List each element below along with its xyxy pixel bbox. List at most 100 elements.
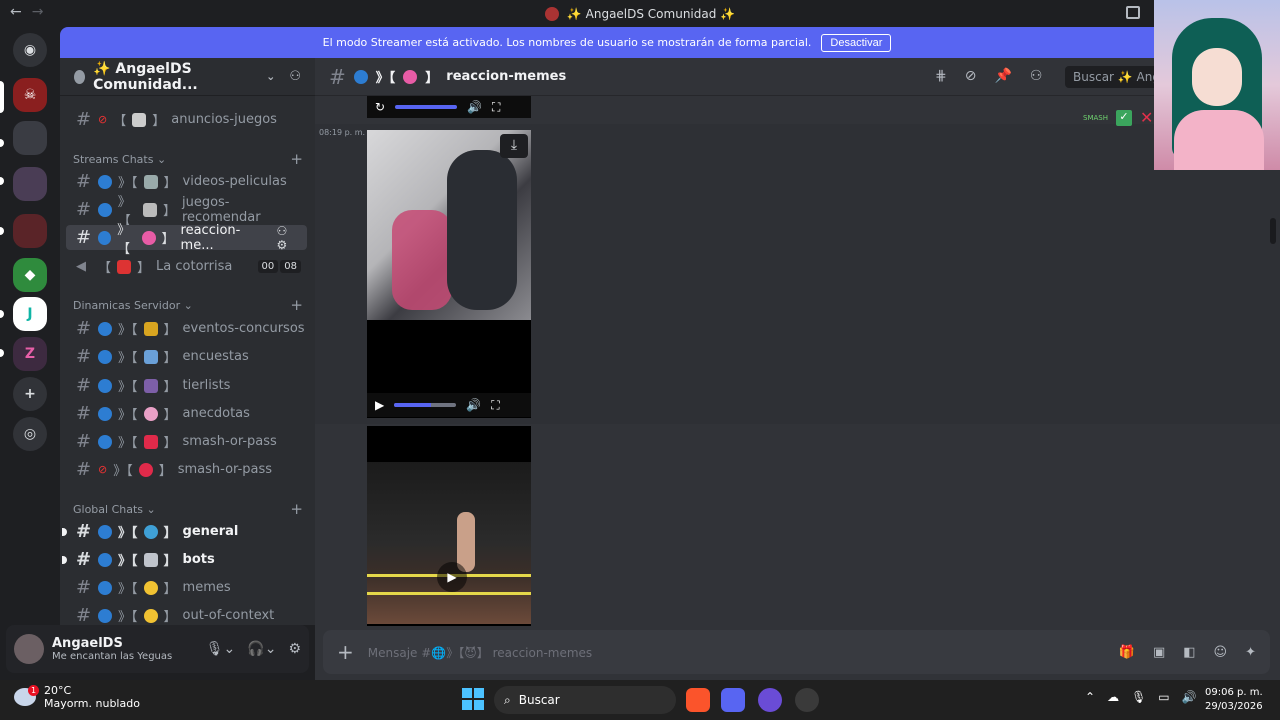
members-icon[interactable]: ⚇ <box>1030 68 1043 84</box>
server-folder-3-icon[interactable] <box>13 214 47 248</box>
volume-icon[interactable]: 🔊 <box>467 100 482 114</box>
onedrive-icon[interactable]: ☁ <box>1107 690 1119 704</box>
bracket: 】 <box>162 204 176 219</box>
channel-encuestas[interactable]: # 》【 】 encuestas <box>66 344 307 369</box>
gif-icon[interactable]: ▣ <box>1153 645 1165 660</box>
play-icon[interactable]: ▶ <box>375 398 384 412</box>
server-folder-2-icon[interactable] <box>13 167 47 201</box>
gear-icon[interactable]: ⚙ <box>276 238 287 252</box>
close-icon[interactable]: ✕ <box>1140 108 1153 127</box>
forward-button[interactable]: → <box>32 4 44 20</box>
weather-widget[interactable]: 1 20°C Mayorm. nublado <box>14 684 140 710</box>
obs-app-icon[interactable] <box>795 688 819 712</box>
unread-pill <box>0 139 4 147</box>
video-seek-bar[interactable] <box>394 403 457 407</box>
category-streams[interactable]: Streams Chats ⌄ + <box>73 150 303 168</box>
taskbar-search[interactable]: ⌕ Buscar <box>494 686 676 714</box>
scrollbar[interactable] <box>1270 218 1276 244</box>
category-dinamicas[interactable]: Dinamicas Servidor ⌄ + <box>73 296 303 314</box>
channel-tierlists[interactable]: # 》【 】 tierlists <box>66 373 307 398</box>
discord-home-icon[interactable]: ◉ <box>13 33 47 67</box>
hash-icon: # <box>76 459 92 480</box>
channel-juegos-recomendar[interactable]: # 》【 】 juegos-recomendar <box>66 195 307 229</box>
channel-label: out-of-context <box>182 608 275 623</box>
check-icon[interactable]: ✓ <box>1115 109 1132 126</box>
gear-icon[interactable]: ⚙ <box>288 641 301 657</box>
fullscreen-icon[interactable]: ⛶ <box>492 100 500 115</box>
play-icon[interactable]: ▶ <box>437 562 467 592</box>
separator: 》【 <box>117 222 131 257</box>
server-boost-icon <box>74 69 86 84</box>
threads-icon[interactable]: ⋕ <box>935 68 947 84</box>
headphones-icon[interactable]: 🎧⌄ <box>247 641 276 657</box>
heart-emoji <box>138 462 153 477</box>
channel-anuncios-juegos[interactable]: # ⊘ 【 】 anuncios-juegos <box>66 107 307 132</box>
sticker-icon[interactable]: ◧ <box>1183 645 1195 660</box>
back-button[interactable]: ← <box>10 4 22 20</box>
replay-icon[interactable]: ↻ <box>375 100 385 114</box>
channel-reaccion-memes[interactable]: # 》【 】 reaccion-me... ⚇ ⚙ <box>66 223 307 257</box>
inbox-icon[interactable] <box>1126 6 1140 19</box>
server-angaelds-icon[interactable]: ☠ <box>13 78 47 112</box>
video-frame <box>367 130 531 320</box>
seek-progress <box>394 403 432 407</box>
gift-icon[interactable]: 🎁 <box>1119 645 1135 660</box>
chat-app-icon[interactable] <box>758 688 782 712</box>
add-channel-icon[interactable]: + <box>290 296 303 314</box>
channel-eventos-concursos[interactable]: # 》【 】 eventos-concursos <box>66 316 307 341</box>
microphone-icon[interactable]: 🎙 <box>1131 690 1146 704</box>
network-icon[interactable]: ▭ <box>1158 690 1169 704</box>
server-red-mask-icon[interactable]: ◆ <box>13 258 47 292</box>
channel-anecdotas[interactable]: # 》【 】 anecdotas <box>66 401 307 426</box>
invite-icon[interactable]: ⚇ <box>276 224 287 238</box>
chat-area: # 》【 】 reaccion-memes ⋕ ⊘ 📌 ⚇ Buscar ✨ A… <box>315 58 1280 680</box>
bracket: 】 <box>163 323 177 338</box>
attach-icon[interactable]: + <box>337 640 354 664</box>
download-icon[interactable]: ⤓ <box>500 134 528 158</box>
smash-emoji[interactable]: SMASH <box>1083 114 1108 122</box>
mute-icon[interactable]: ⊘ <box>965 68 977 84</box>
avatar[interactable] <box>14 634 44 664</box>
server-header[interactable]: ✨ AngaelDS Comunidad... ⌄ ⚇ <box>60 58 315 96</box>
unread-pill <box>0 177 4 185</box>
apps-icon[interactable]: ✦ <box>1245 645 1256 660</box>
video-seek-bar[interactable] <box>395 105 458 109</box>
server-z-icon[interactable]: Z <box>13 337 47 371</box>
video-attachment[interactable]: ⤓ <box>367 130 531 418</box>
message-input[interactable]: Mensaje #🌐》【😈】 reaccion-memes <box>368 644 592 661</box>
bracket: 【 <box>98 261 112 276</box>
microphone-icon[interactable]: 🎙⌄ <box>206 641 236 657</box>
search-input[interactable]: Buscar ✨ Anga <box>1065 66 1165 88</box>
user-info[interactable]: AngaelDS Me encantan las Yeguas <box>52 636 172 662</box>
fullscreen-icon[interactable]: ⛶ <box>491 398 499 413</box>
channel-videos-peliculas[interactable]: # 》【 】 videos-peliculas <box>66 169 307 194</box>
video-figure <box>457 512 475 572</box>
discord-app-icon[interactable] <box>721 688 745 712</box>
volume-icon[interactable]: 🔊 <box>1182 690 1197 704</box>
channel-memes[interactable]: # 》【 】 memes <box>66 575 307 600</box>
emoji-icon[interactable]: ☺ <box>1214 645 1228 660</box>
channel-general[interactable]: # 》【 】 general <box>62 519 307 544</box>
hash-icon: # <box>76 171 92 192</box>
add-channel-icon[interactable]: + <box>290 500 303 518</box>
server-j-icon[interactable]: J <box>13 297 47 331</box>
channel-la-cotorrisa[interactable]: ◀ 【 】 La cotorrisa 00 08 <box>66 254 307 279</box>
channel-smash-or-pass[interactable]: # 》【 】 smash-or-pass <box>66 429 307 454</box>
chevron-up-icon[interactable]: ⌃ <box>1085 690 1095 704</box>
channel-bots[interactable]: # 》【 】 bots <box>62 547 307 572</box>
disable-streamer-button[interactable]: Desactivar <box>821 33 892 52</box>
server-folder-1-icon[interactable] <box>13 121 47 155</box>
windows-start-icon[interactable] <box>462 688 484 710</box>
add-channel-icon[interactable]: + <box>290 150 303 168</box>
invite-icon[interactable]: ⚇ <box>289 69 301 84</box>
channel-out-of-context[interactable]: # 》【 】 out-of-context <box>66 603 307 625</box>
channel-smash-or-pass-nsfw[interactable]: # ⊘ 》【 】 smash-or-pass <box>66 457 307 482</box>
video-attachment[interactable]: ▶ <box>367 426 531 626</box>
add-server-icon[interactable]: + <box>13 377 47 411</box>
discover-icon[interactable]: ◎ <box>13 417 47 451</box>
category-global[interactable]: Global Chats ⌄ + <box>73 500 303 518</box>
volume-icon[interactable]: 🔊 <box>466 398 481 412</box>
brave-browser-icon[interactable] <box>686 688 710 712</box>
taskbar-clock[interactable]: 09:06 p. m. 29/03/2026 <box>1205 686 1263 714</box>
pin-icon[interactable]: 📌 <box>994 68 1011 84</box>
